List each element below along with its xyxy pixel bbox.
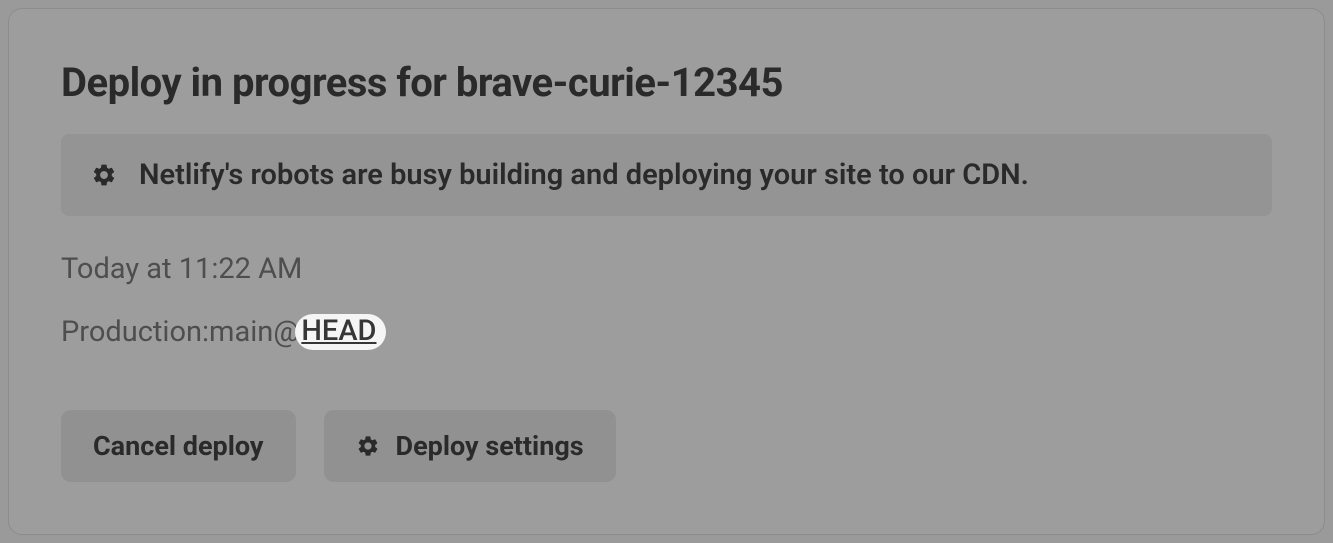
production-line: Production: main@HEAD <box>61 314 1272 350</box>
status-message: Netlify's robots are busy building and d… <box>139 158 1029 192</box>
deploy-settings-label: Deploy settings <box>396 430 584 462</box>
title-prefix: Deploy in progress for <box>61 59 456 106</box>
status-bar: Netlify's robots are busy building and d… <box>61 134 1272 216</box>
ref-link[interactable]: HEAD <box>301 314 376 348</box>
gear-icon <box>91 162 117 188</box>
deploy-card: Deploy in progress for brave-curie-12345… <box>8 8 1325 535</box>
deploy-settings-button[interactable]: Deploy settings <box>324 410 616 482</box>
deploy-timestamp: Today at 11:22 AM <box>61 252 1272 286</box>
cancel-deploy-button[interactable]: Cancel deploy <box>61 410 296 482</box>
ref-pill[interactable]: HEAD <box>295 314 386 350</box>
deploy-title: Deploy in progress for brave-curie-12345 <box>61 59 1272 106</box>
button-row: Cancel deploy Deploy settings <box>61 410 1272 482</box>
site-name: brave-curie-12345 <box>456 59 783 106</box>
gear-icon <box>356 434 380 458</box>
cancel-deploy-label: Cancel deploy <box>93 430 264 462</box>
branch-name: main <box>209 315 273 349</box>
production-prefix: Production: <box>61 315 209 349</box>
